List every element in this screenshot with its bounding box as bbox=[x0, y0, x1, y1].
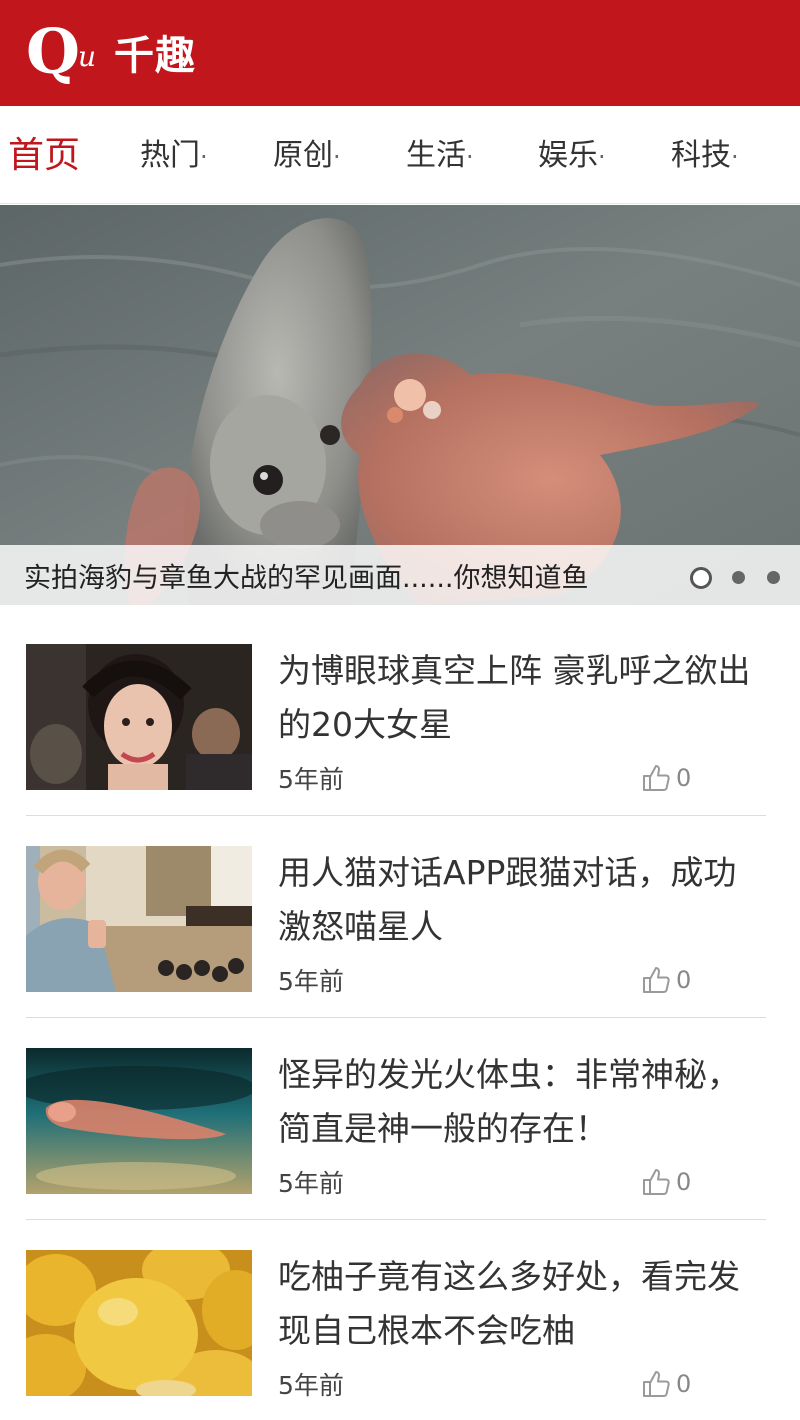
top-header-bar: Q u 千趣 bbox=[0, 0, 800, 106]
news-thumb-woman-portrait[interactable] bbox=[26, 644, 252, 790]
like-count: 0 bbox=[676, 1370, 692, 1398]
hero-slider[interactable]: 实拍海豹与章鱼大战的罕见画面......你想知道鱼 bbox=[0, 205, 800, 605]
news-item[interactable]: 为博眼球真空上阵 豪乳呼之欲出的20大女星 5年前 0 bbox=[26, 620, 766, 816]
nav-separator: · bbox=[333, 143, 341, 171]
like-count: 0 bbox=[676, 1168, 692, 1196]
nav-item-original[interactable]: 原创· bbox=[273, 106, 341, 204]
logo-text: 千趣 bbox=[114, 33, 196, 79]
slide-caption[interactable]: 实拍海豹与章鱼大战的罕见画面......你想知道鱼 bbox=[0, 545, 800, 605]
nav-item-hot[interactable]: 热门· bbox=[140, 106, 208, 204]
slider-dot[interactable] bbox=[767, 571, 780, 584]
thumbs-up-icon bbox=[643, 1371, 670, 1397]
news-item[interactable]: 吃柚子竟有这么多好处，看完发现自己根本不会吃柚 5年前 0 bbox=[26, 1226, 766, 1420]
news-thumb-underwater-creature[interactable] bbox=[26, 1048, 252, 1194]
news-thumb-man-living-room[interactable] bbox=[26, 846, 252, 992]
news-title[interactable]: 为博眼球真空上阵 豪乳呼之欲出的20大女星 bbox=[278, 644, 766, 752]
news-title[interactable]: 吃柚子竟有这么多好处，看完发现自己根本不会吃柚 bbox=[278, 1250, 766, 1358]
nav-separator: · bbox=[466, 143, 474, 171]
like-count: 0 bbox=[676, 764, 692, 792]
like-button[interactable]: 0 bbox=[640, 762, 691, 794]
news-thumb-pomelos[interactable] bbox=[26, 1250, 252, 1396]
news-title[interactable]: 用人猫对话APP跟猫对话，成功激怒喵星人 bbox=[278, 846, 766, 954]
site-logo[interactable]: Q u 千趣 bbox=[26, 14, 196, 90]
nav-separator: · bbox=[200, 143, 208, 171]
news-item[interactable]: 用人猫对话APP跟猫对话，成功激怒喵星人 5年前 0 bbox=[26, 822, 766, 1018]
nav-item-label: 原创 bbox=[273, 138, 333, 173]
nav-item-label: 生活 bbox=[406, 138, 466, 173]
slider-dot[interactable] bbox=[732, 571, 745, 584]
news-title[interactable]: 怪异的发光火体虫：非常神秘，简直是神一般的存在！ bbox=[278, 1048, 766, 1156]
slide-caption-text: 实拍海豹与章鱼大战的罕见画面......你想知道鱼 bbox=[24, 563, 589, 594]
like-button[interactable]: 0 bbox=[640, 1368, 691, 1400]
nav-item-tech[interactable]: 科技· bbox=[671, 106, 739, 204]
like-count: 0 bbox=[676, 966, 692, 994]
slider-dot-active[interactable] bbox=[690, 567, 712, 589]
thumbs-up-icon bbox=[643, 967, 670, 993]
nav-item-entertainment[interactable]: 娱乐· bbox=[538, 106, 606, 204]
news-item[interactable]: 怪异的发光火体虫：非常神秘，简直是神一般的存在！ 5年前 0 bbox=[26, 1024, 766, 1220]
nav-item-label: 科技 bbox=[671, 138, 731, 173]
nav-separator: · bbox=[731, 143, 739, 171]
news-time: 5年前 bbox=[278, 967, 344, 996]
category-nav: 首页 热门· 原创· 生活· 娱乐· 科技· bbox=[0, 106, 800, 204]
logo-letter-q: Q bbox=[26, 15, 81, 88]
nav-item-life[interactable]: 生活· bbox=[406, 106, 474, 204]
nav-item-label: 首页 bbox=[8, 135, 81, 176]
logo-letter-u: u bbox=[78, 40, 97, 73]
news-time: 5年前 bbox=[278, 1371, 344, 1400]
news-time: 5年前 bbox=[278, 1169, 344, 1198]
like-button[interactable]: 0 bbox=[640, 1166, 691, 1198]
nav-item-label: 娱乐 bbox=[538, 138, 598, 173]
like-button[interactable]: 0 bbox=[640, 964, 691, 996]
nav-separator: · bbox=[598, 143, 606, 171]
thumbs-up-icon bbox=[643, 765, 670, 791]
news-time: 5年前 bbox=[278, 765, 344, 794]
nav-item-home[interactable]: 首页 bbox=[8, 106, 80, 204]
logo-mark: Q u bbox=[26, 14, 106, 90]
thumbs-up-icon bbox=[643, 1169, 670, 1195]
nav-item-label: 热门 bbox=[140, 138, 200, 173]
